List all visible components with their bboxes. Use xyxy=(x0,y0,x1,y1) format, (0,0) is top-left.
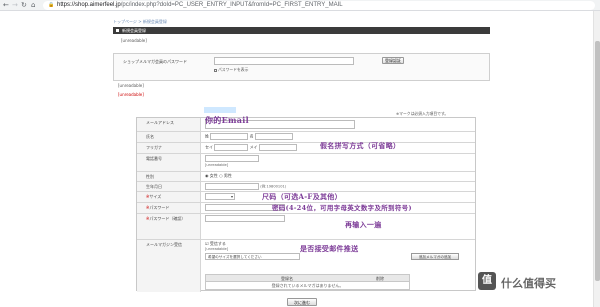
newsletter-table-header: 登録名 削除 xyxy=(206,275,409,282)
form-row-password-confirm: ※パスワード（確認） xyxy=(137,214,475,240)
password-confirm-cell xyxy=(201,214,475,239)
phone-hint: [unreadable] xyxy=(205,163,229,167)
form-row-birthday: 生年月日 (例:19800101) xyxy=(137,182,475,192)
right-margin xyxy=(493,11,600,307)
col-delete: 削除 xyxy=(376,276,384,281)
page-scrollbar[interactable] xyxy=(593,11,600,307)
left-margin xyxy=(0,11,113,307)
intro-text: [unreadable] xyxy=(121,38,147,43)
gender-cell: ◉ 女性 ○ 男性 xyxy=(201,172,475,181)
password-confirm-label: ※パスワード（確認） xyxy=(137,214,201,239)
col-registered-name: 登録名 xyxy=(281,276,293,281)
page: トップページ > 新規会員登録 新規会員登録 [unreadable] ショップ… xyxy=(0,11,600,307)
member-password-input[interactable] xyxy=(214,57,354,65)
breadcrumb[interactable]: トップページ > 新規会員登録 xyxy=(113,19,167,25)
first-kana-input[interactable] xyxy=(258,144,297,151)
name-label: 氏名 xyxy=(137,132,201,142)
form-row-email: メールアドレス xyxy=(137,118,475,132)
annotation-password-confirm: 再输入一遍 xyxy=(345,220,382,229)
phone-cell: [unreadable] xyxy=(201,154,475,171)
home-icon[interactable]: ⌂ xyxy=(31,1,35,10)
radio-male-icon[interactable]: ○ xyxy=(219,173,223,178)
checkbox-checked-icon[interactable]: ☑ xyxy=(205,241,209,246)
show-password-label: パスワードを表示 xyxy=(218,67,249,72)
watermark-text: 什么值得买 xyxy=(501,277,556,290)
form-row-phone: 電話番号 [unreadable] xyxy=(137,154,475,172)
verify-button[interactable]: 登録認証 xyxy=(382,57,404,64)
kana-label: フリガナ xyxy=(137,143,201,153)
member-password-label: ショップメルマガ会員のパスワード xyxy=(123,59,187,64)
lock-icon: 🔒 xyxy=(48,2,55,8)
birthday-hint: (例:19800101) xyxy=(260,184,287,189)
last-name-input[interactable] xyxy=(210,133,249,140)
email-label: メールアドレス xyxy=(137,118,201,131)
url-host: https://shop.aimerfeel.jp xyxy=(57,2,121,8)
newsletter-table-empty: 登録されているメルマガはありません。 xyxy=(271,283,344,288)
show-password-checkbox[interactable] xyxy=(214,68,217,72)
password-label: ※パスワード xyxy=(137,203,201,213)
email-highlight xyxy=(204,107,236,113)
newsletter-size-select[interactable]: 希望のサイズを選択してください xyxy=(205,253,300,260)
title-square-icon xyxy=(116,29,119,32)
password-confirm-input[interactable] xyxy=(205,215,285,222)
size-select[interactable]: ▾ xyxy=(205,193,235,200)
birthday-label: 生年月日 xyxy=(137,182,201,191)
browser-toolbar: ← → ↻ ⌂ 🔒 https://shop.aimerfeel.jp/pc/i… xyxy=(0,0,600,11)
last-kana-hint: セイ xyxy=(205,144,213,150)
chevron-down-icon: ▾ xyxy=(230,194,233,199)
add-newsletter-button[interactable]: 追加メルマガの追加 xyxy=(411,253,459,260)
last-kana-input[interactable] xyxy=(214,144,249,151)
first-kana-hint: メイ xyxy=(249,144,258,150)
annotation-size: 尺码（可选A-F及其他） xyxy=(262,192,342,201)
forward-arrow-icon[interactable]: → xyxy=(12,1,18,10)
page-title: 新規会員登録 xyxy=(122,28,146,33)
scrollbar-thumb[interactable] xyxy=(595,41,600,281)
first-name-hint: 名 xyxy=(249,133,254,139)
newsletter-table: 登録名 削除 登録されているメルマガはありません。 xyxy=(205,274,410,290)
next-button[interactable]: 次に進む xyxy=(287,298,317,306)
last-name-hint: 姓 xyxy=(205,133,209,139)
form-row-name: 氏名 姓 名 xyxy=(137,132,475,143)
birthday-cell: (例:19800101) xyxy=(201,182,475,191)
watermark-logo-icon: 值 xyxy=(478,272,496,290)
annotation-email: 你的Email xyxy=(205,115,249,125)
form-row-gender: 性別 ◉ 女性 ○ 男性 xyxy=(137,172,475,182)
gender-label: 性別 xyxy=(137,172,201,181)
annotation-kana: 假名拼写方式（可省略） xyxy=(320,141,401,150)
gender-female-label: 女性 xyxy=(209,173,218,178)
newsletter-select-row: 希望のサイズを選択してください 追加メルマガの追加 xyxy=(205,253,475,261)
form-row-kana: フリガナ セイ メイ xyxy=(137,143,475,154)
url-path: /pc/index.php?doId=PC_USER_ENTRY_INPUT&f… xyxy=(120,2,343,8)
annotation-password: 密码(4-24位，可用字母英文数字及所到符号) xyxy=(272,204,412,212)
notice-warning: [unreadable] xyxy=(118,92,144,97)
radio-female-icon[interactable]: ◉ xyxy=(205,173,209,178)
newsletter-opt-label: 受信する xyxy=(209,241,226,246)
existing-member-box: ショップメルマガ会員のパスワード 登録認証 パスワードを表示 xyxy=(113,53,490,81)
first-name-input[interactable] xyxy=(254,133,293,140)
annotation-newsletter: 是否接受邮件推送 xyxy=(300,244,359,253)
address-bar[interactable]: 🔒 https://shop.aimerfeel.jp/pc/index.php… xyxy=(43,1,595,10)
page-title-bar: 新規会員登録 xyxy=(113,27,490,34)
notice-text: [unreadable] xyxy=(118,83,144,88)
show-password-option[interactable]: パスワードを表示 xyxy=(214,67,248,72)
phone-label: 電話番号 xyxy=(137,154,201,171)
main-content: トップページ > 新規会員登録 新規会員登録 [unreadable] ショップ… xyxy=(113,11,493,307)
birthday-input[interactable] xyxy=(205,183,259,190)
size-label: ※サイズ xyxy=(137,192,201,202)
reload-icon[interactable]: ↻ xyxy=(21,1,27,10)
gender-male-label: 男性 xyxy=(223,173,232,178)
newsletter-label: メールマガジン受信 xyxy=(137,240,201,292)
phone-input[interactable] xyxy=(205,155,259,162)
back-arrow-icon[interactable]: ← xyxy=(3,1,9,10)
